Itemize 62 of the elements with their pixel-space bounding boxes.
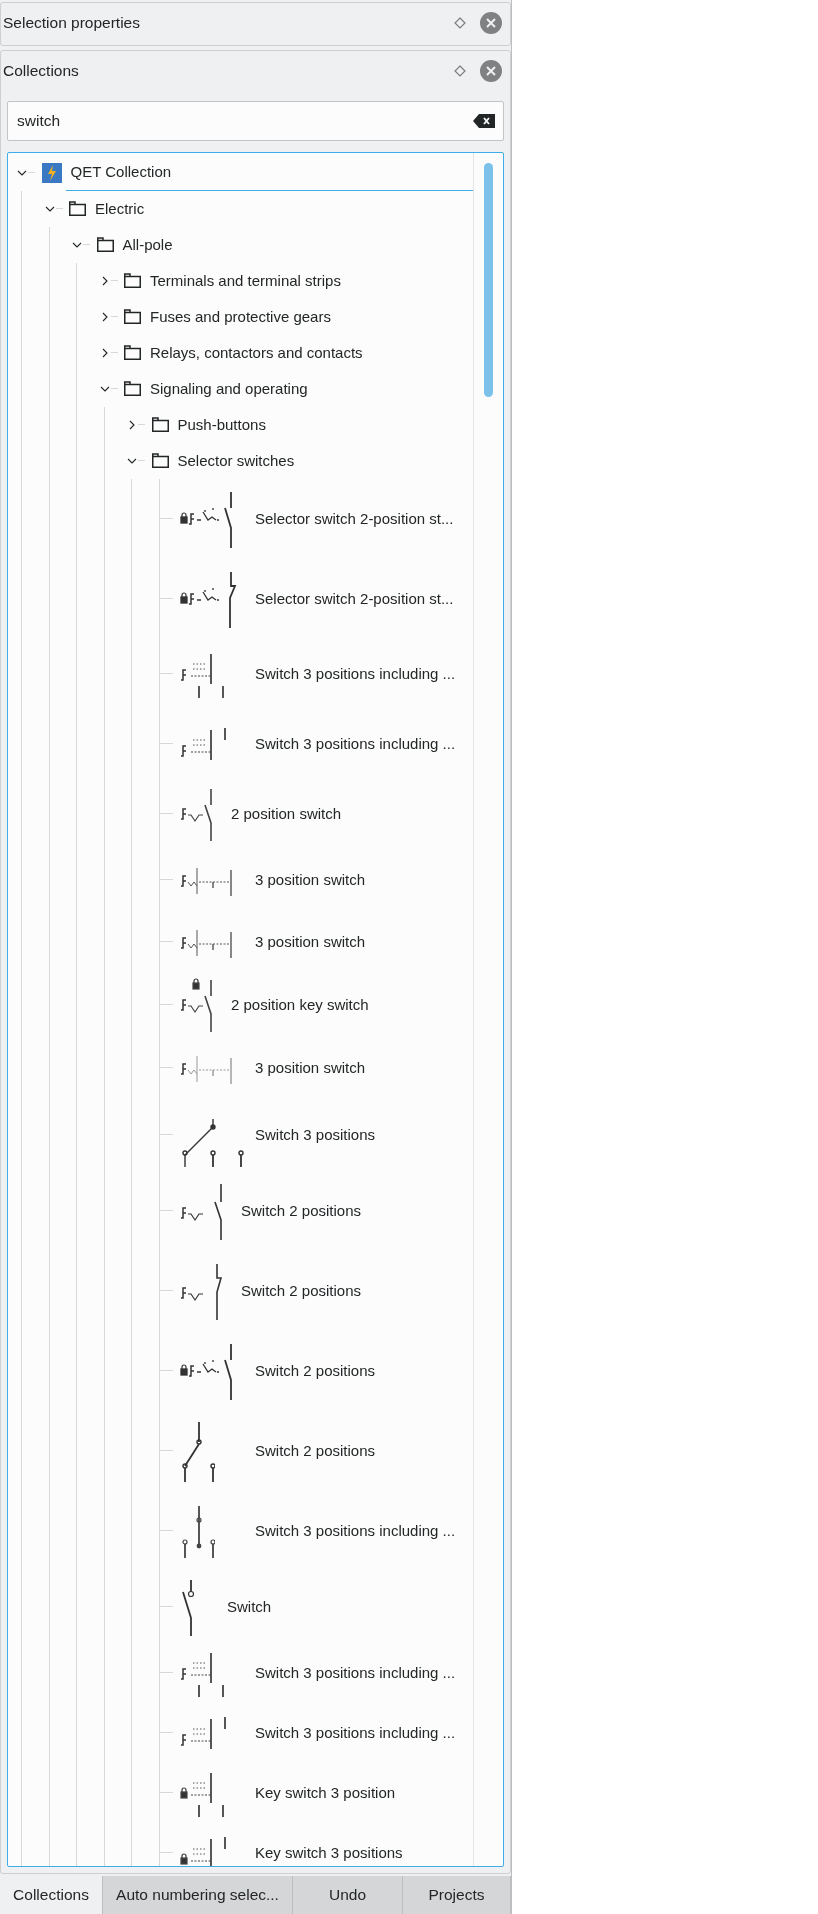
switch-symbol-icon	[179, 1419, 215, 1482]
float-icon[interactable]	[454, 17, 466, 29]
dock-title: Selection properties	[3, 13, 141, 34]
search-field[interactable]: switch	[7, 100, 504, 141]
tree-item[interactable]: Switch 2 positions	[241, 1279, 362, 1303]
switch-symbol-icon	[179, 977, 213, 1032]
tree-item[interactable]: Key switch 3 positions	[255, 1841, 403, 1865]
close-icon[interactable]	[480, 59, 502, 82]
folder-icon	[124, 273, 141, 289]
tree-item[interactable]: Switch 3 positions	[255, 1123, 376, 1147]
scrollbar-handle[interactable]	[484, 162, 493, 397]
close-icon[interactable]	[480, 12, 502, 34]
tree-item[interactable]: 2 position key switch	[231, 993, 369, 1017]
folder-icon	[69, 201, 86, 217]
folder-icon	[151, 417, 169, 433]
switch-symbol-icon	[179, 569, 237, 628]
tree-item[interactable]: Switch 3 positions including ...	[255, 732, 456, 756]
tree-item[interactable]: 3 position switch	[255, 868, 366, 892]
tree-item[interactable]: Selector switches	[172, 442, 295, 479]
tree-item[interactable]: 3 position switch	[255, 930, 366, 954]
folder-icon	[124, 381, 141, 397]
switch-symbol-icon	[179, 1714, 227, 1751]
tree-item[interactable]: Signaling and operating	[145, 370, 308, 407]
float-icon[interactable]	[454, 64, 466, 77]
switch-symbol-icon	[179, 786, 213, 841]
tree-item[interactable]: Switch 3 positions including ...	[255, 1721, 456, 1745]
switch-symbol-icon	[179, 1834, 227, 1866]
clear-icon[interactable]	[473, 113, 495, 128]
tree-item[interactable]: Switch 2 positions	[255, 1359, 376, 1383]
folder-icon	[124, 345, 141, 361]
tree-item[interactable]: Electric	[90, 190, 145, 227]
tree-item[interactable]: 3 position switch	[255, 1056, 366, 1080]
switch-symbol-icon	[179, 1577, 195, 1636]
tree-item[interactable]: Switch	[227, 1595, 272, 1619]
switch-symbol-icon	[179, 1181, 223, 1240]
tree-item[interactable]: 2 position switch	[231, 802, 342, 826]
tree-item[interactable]: Switch 2 positions	[255, 1439, 376, 1463]
folder-icon	[151, 453, 169, 469]
tree-item[interactable]: Selector switch 2-position st...	[255, 587, 454, 611]
tree-item[interactable]: Switch 2 positions	[241, 1199, 362, 1223]
tree-item[interactable]: Push-buttons	[172, 406, 266, 443]
switch-symbol-icon	[179, 725, 227, 762]
folder-icon	[124, 309, 141, 325]
tree-item[interactable]: Switch 3 positions including ...	[255, 1519, 456, 1543]
dock-title: Collections	[3, 61, 80, 82]
switch-symbol-icon	[179, 1261, 223, 1320]
tree-item[interactable]: Selector switch 2-position st...	[255, 507, 454, 531]
tree-item[interactable]: Relays, contactors and contacts	[145, 334, 363, 371]
switch-symbol-icon	[179, 1503, 215, 1558]
dock-tab[interactable]: Auto numbering selec...	[103, 1876, 293, 1914]
tree-item[interactable]: Terminals and terminal strips	[145, 262, 341, 299]
tree-item[interactable]: Switch 3 positions including ...	[255, 662, 456, 686]
dock-tab[interactable]: Projects	[403, 1876, 511, 1914]
tree-item[interactable]: Fuses and protective gears	[145, 298, 331, 335]
tree-item[interactable]: All-pole	[117, 226, 173, 263]
chevron-right-icon[interactable]	[127, 419, 137, 430]
lightning-icon	[41, 162, 62, 183]
folder-icon	[96, 237, 114, 253]
tree-item[interactable]: Switch 3 positions including ...	[255, 1661, 456, 1685]
tree-item[interactable]: Key switch 3 position	[255, 1781, 396, 1805]
tree-item[interactable]: QET Collection	[65, 154, 473, 191]
dock-tab[interactable]: Undo	[293, 1876, 403, 1914]
